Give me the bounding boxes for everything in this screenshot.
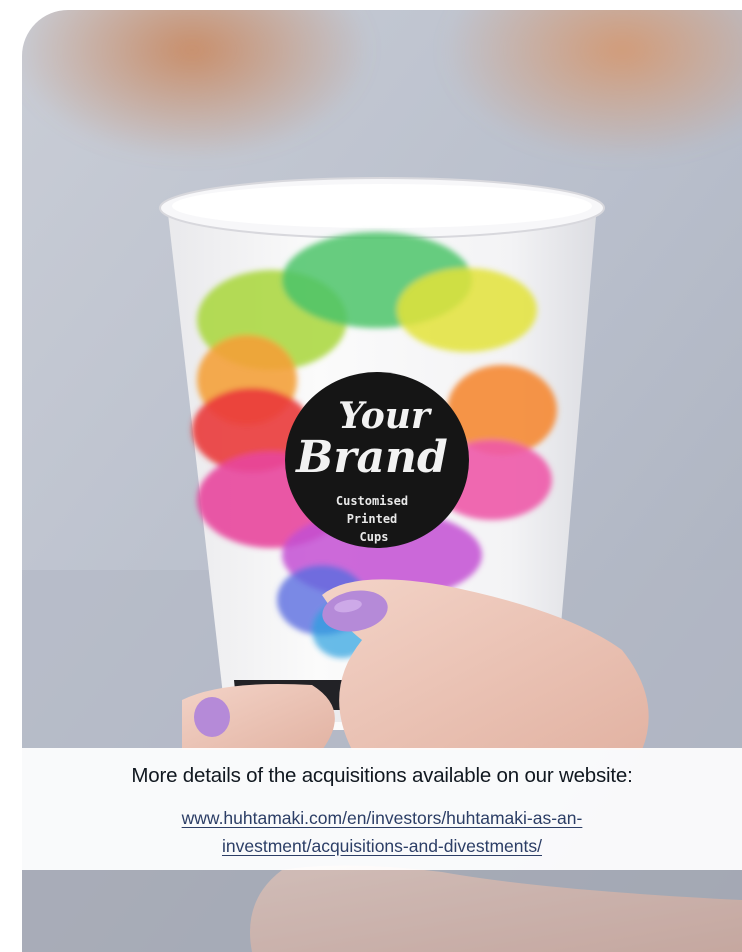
svg-text:Brand: Brand bbox=[294, 432, 448, 483]
caption-panel: More details of the acquisitions availab… bbox=[22, 748, 742, 870]
website-link-line1[interactable]: www.huhtamaki.com/en/investors/huhtamaki… bbox=[182, 808, 583, 828]
svg-text:Printed: Printed bbox=[347, 512, 398, 526]
svg-text:Customised: Customised bbox=[336, 494, 408, 508]
website-link[interactable]: www.huhtamaki.com/en/investors/huhtamaki… bbox=[62, 804, 702, 860]
your-brand-logo: Your Brand Customised Printed Cups bbox=[285, 372, 469, 548]
svg-text:Your: Your bbox=[338, 395, 433, 437]
website-link-line2[interactable]: investment/acquisitions-and-divestments/ bbox=[222, 836, 542, 856]
caption-heading: More details of the acquisitions availab… bbox=[131, 764, 633, 787]
svg-text:Cups: Cups bbox=[360, 530, 389, 544]
photo-card: Your Brand Customised Printed Cups More … bbox=[22, 10, 742, 952]
